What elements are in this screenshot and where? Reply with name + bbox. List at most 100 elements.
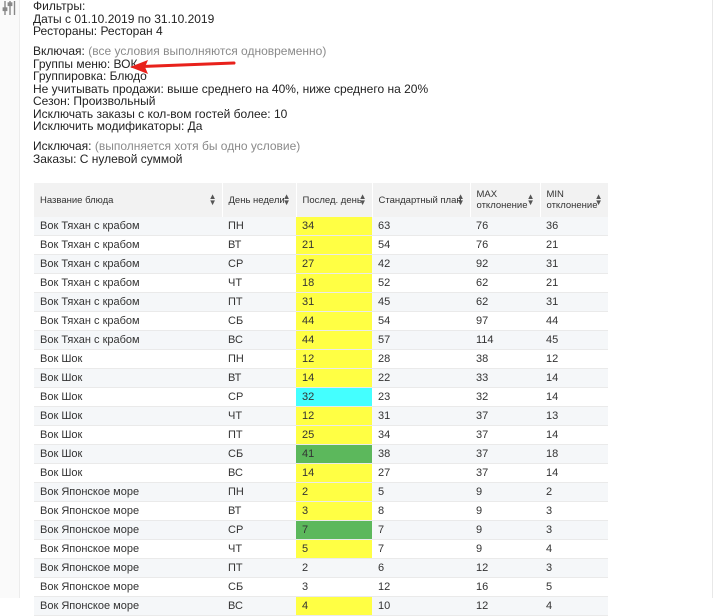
cell-min-deviation: 31 [540,254,608,274]
cell-last-day: 4 [296,596,372,616]
cell-standard-plan: 5 [372,482,470,502]
cell-dish: Вок Шок [34,387,222,407]
col-header-dish[interactable]: Название блюда ▲ ▼ [34,183,223,217]
sort-icon[interactable]: ▲ ▼ [595,193,603,207]
cell-last-day: 41 [296,444,372,464]
sort-icon[interactable]: ▲ ▼ [457,193,465,207]
col-header-last-day[interactable]: Послед. день ▲ ▼ [296,183,373,217]
cell-weekday: ЧТ [222,406,296,426]
cell-standard-plan: 7 [372,539,470,559]
cell-weekday: СБ [222,311,296,331]
cell-min-deviation: 3 [540,501,608,521]
cell-max-deviation: 62 [470,273,540,293]
cell-dish: Вок Шок [34,368,222,388]
cell-standard-plan: 12 [372,577,470,597]
cell-min-deviation: 18 [540,444,608,464]
cell-weekday: ВС [222,596,296,616]
cell-last-day: 32 [296,387,372,407]
sort-icon[interactable]: ▲ ▼ [283,193,291,207]
cell-dish: Вок Шок [34,425,222,445]
cell-max-deviation: 37 [470,406,540,426]
cell-standard-plan: 23 [372,387,470,407]
cell-last-day: 14 [296,368,372,388]
cell-dish: Вок Японское море [34,482,222,502]
cell-weekday: ПТ [222,292,296,312]
cell-standard-plan: 6 [372,558,470,578]
cell-dish: Вок Японское море [34,501,222,521]
cell-min-deviation: 4 [540,539,608,559]
cell-weekday: СР [222,254,296,274]
cell-last-day: 3 [296,501,372,521]
table-row: Вок Японское море ЧТ 5 7 9 4 [34,539,608,559]
table-row: Вок Шок ВТ 14 22 33 14 [34,368,608,388]
cell-last-day: 44 [296,311,372,331]
cell-max-deviation: 37 [470,425,540,445]
col-header-weekday[interactable]: День недели ▲ ▼ [222,183,297,217]
cell-dish: Вок Тяхан с крабом [34,254,222,274]
cell-dish: Вок Тяхан с крабом [34,217,222,236]
include-label: Включая: [33,44,85,58]
cell-weekday: ПН [222,482,296,502]
table-row: Вок Тяхан с крабом ВС 44 57 114 45 [34,330,608,350]
sort-icon[interactable]: ▲ ▼ [527,193,535,207]
right-panel-edge [712,0,721,598]
report-table: Название блюда ▲ ▼ День недели ▲ ▼ Послед. д… [34,183,609,616]
table-row: Вок Японское море СБ 3 12 16 5 [34,577,608,597]
cell-max-deviation: 76 [470,235,540,255]
filter-season: Сезон: Произвольный [33,94,156,108]
cell-weekday: ПТ [222,558,296,578]
table-row: Вок Японское море ВТ 3 8 9 3 [34,501,608,521]
filter-sliders-icon[interactable] [2,1,16,15]
cell-dish: Вок Японское море [34,520,222,540]
cell-min-deviation: 44 [540,311,608,331]
cell-dish: Вок Шок [34,444,222,464]
cell-dish: Вок Тяхан с крабом [34,311,222,331]
filter-exclude-modifiers: Исключить модификаторы: Да [33,119,203,133]
sort-icon[interactable]: ▲ ▼ [209,193,217,207]
cell-dish: Вок Шок [34,406,222,426]
cell-last-day: 31 [296,292,372,312]
cell-last-day: 7 [296,520,372,540]
red-arrow-annotation [130,60,236,74]
table-row: Вок Японское море СР 7 7 9 3 [34,520,608,540]
cell-min-deviation: 14 [540,368,608,388]
cell-min-deviation: 31 [540,292,608,312]
include-line: Включая: (все условия выполняются одновр… [33,45,428,58]
cell-min-deviation: 45 [540,330,608,350]
cell-weekday: ВТ [222,501,296,521]
cell-max-deviation: 16 [470,577,540,597]
cell-last-day: 5 [296,539,372,559]
cell-min-deviation: 4 [540,596,608,616]
col-header-standard-plan[interactable]: Стандартный план ▲ ▼ [372,183,471,217]
cell-max-deviation: 92 [470,254,540,274]
cell-max-deviation: 37 [470,444,540,464]
table-row: Вок Тяхан с крабом СБ 44 54 97 44 [34,311,608,331]
table-row: Вок Тяхан с крабом СР 27 42 92 31 [34,254,608,274]
cell-weekday: ПТ [222,425,296,445]
cell-standard-plan: 52 [372,273,470,293]
cell-last-day: 18 [296,273,372,293]
sort-icon[interactable]: ▲ ▼ [359,193,367,207]
cell-standard-plan: 63 [372,217,470,236]
exclude-line: Исключая: (выполняется хотя бы одно усло… [33,140,428,153]
cell-min-deviation: 3 [540,558,608,578]
cell-last-day: 12 [296,349,372,369]
col-header-max-deviation[interactable]: MAX отклонение ▲ ▼ [470,183,541,217]
table-row: Вок Шок ПН 12 28 38 12 [34,349,608,369]
cell-last-day: 27 [296,254,372,274]
cell-standard-plan: 45 [372,292,470,312]
cell-weekday: СР [222,387,296,407]
cell-standard-plan: 31 [372,406,470,426]
cell-min-deviation: 2 [540,482,608,502]
filters-title: Фильтры: [33,0,86,13]
cell-min-deviation: 13 [540,406,608,426]
cell-standard-plan: 7 [372,520,470,540]
cell-max-deviation: 76 [470,217,540,236]
cell-standard-plan: 38 [372,444,470,464]
cell-min-deviation: 14 [540,425,608,445]
cell-last-day: 2 [296,558,372,578]
left-panel-edge [0,0,20,598]
col-header-min-deviation[interactable]: MIN отклонение ▲ ▼ [540,183,609,217]
table-row: Вок Японское море ВС 4 10 12 4 [34,596,608,616]
table-header-row: Название блюда ▲ ▼ День недели ▲ ▼ Послед. д… [34,183,609,217]
